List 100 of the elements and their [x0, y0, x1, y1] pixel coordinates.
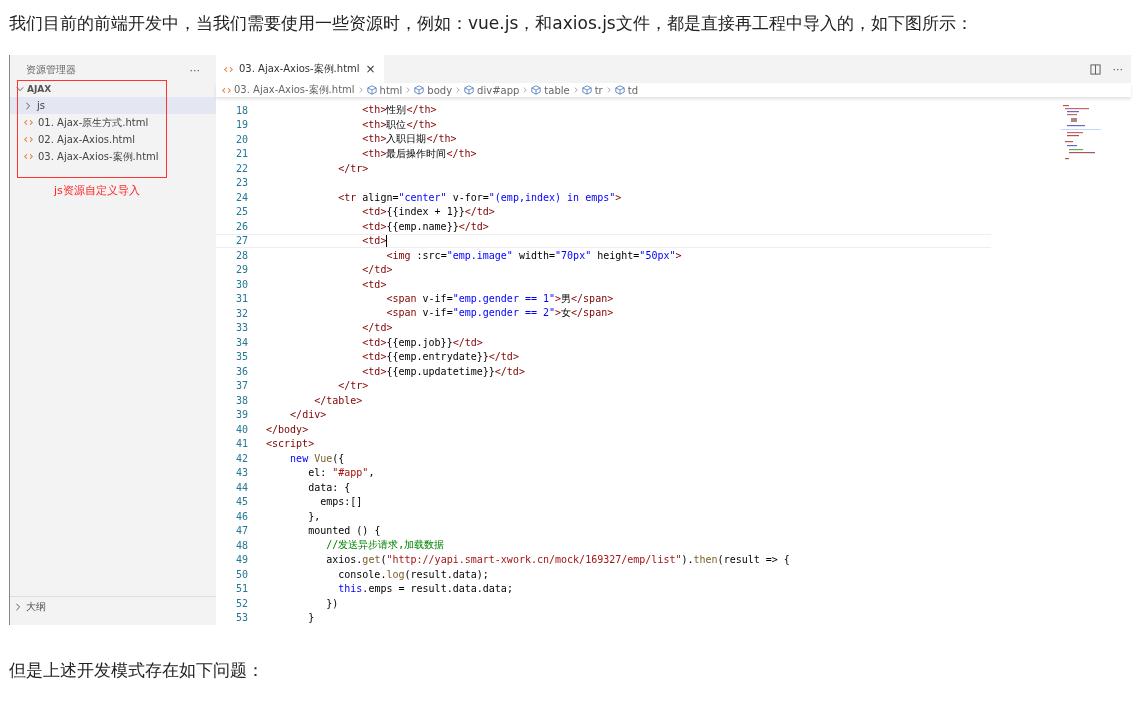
code-line: <td>{{index + 1}}</td> — [361, 206, 495, 218]
html-file-icon — [24, 119, 33, 126]
code-line: <th>最后操作时间</th> — [361, 146, 477, 161]
code-line: axios.get("http://yapi.smart-xwork.cn/mock/169327/emp/list").then(result => { — [325, 554, 790, 566]
editor-tab[interactable]: 03. Ajax-Axios-案例.html × — [216, 55, 384, 83]
line-number: 52 — [234, 597, 248, 609]
breadcrumb-item[interactable]: div#app — [477, 84, 520, 96]
line-number: 34 — [234, 336, 248, 348]
line-number: 50 — [234, 568, 248, 580]
code-line: new Vue({ — [289, 452, 345, 464]
outline-section[interactable]: 大纲 — [10, 597, 216, 617]
line-number: 53 — [234, 612, 248, 624]
breadcrumb-item[interactable]: 03. Ajax-Axios-案例.html — [234, 83, 355, 97]
code-line: mounted () { — [307, 525, 381, 537]
code-line: </table> — [313, 394, 363, 406]
line-number: 32 — [234, 307, 248, 319]
cube-icon — [366, 85, 377, 95]
code-line: data: { — [307, 481, 351, 493]
line-number: 30 — [234, 278, 248, 290]
line-number: 24 — [234, 191, 248, 203]
breadcrumb-item[interactable]: table — [544, 84, 570, 96]
line-number: 29 — [234, 264, 248, 276]
code-line: <th>入职日期</th> — [361, 132, 457, 147]
html-file-icon — [24, 153, 33, 160]
line-number: 25 — [234, 206, 248, 218]
code-line: </tr> — [337, 162, 369, 174]
line-number: 51 — [234, 583, 248, 595]
cube-icon — [464, 85, 475, 95]
code-line: <span v-if="emp.gender == 1">男</span> — [385, 291, 614, 306]
close-button[interactable]: × — [365, 62, 376, 76]
line-number: 31 — [234, 293, 248, 305]
line-number: 21 — [234, 148, 248, 160]
code-line: <script> — [266, 438, 315, 450]
code-line: } — [307, 612, 315, 624]
code-line: <tr align="center" v-for="(emp,index) in emps"> — [337, 191, 622, 203]
html-file-icon — [24, 136, 33, 143]
line-number: 19 — [234, 119, 248, 131]
line-number: 46 — [234, 510, 248, 522]
tree-item[interactable]: js — [10, 97, 216, 114]
line-number: 22 — [234, 162, 248, 174]
code-line: </body> — [266, 423, 309, 435]
code-line: <th>职位</th> — [361, 117, 437, 132]
more-button[interactable]: ··· — [1108, 62, 1127, 76]
line-number: 47 — [234, 525, 248, 537]
line-number: 48 — [234, 539, 248, 551]
cube-icon — [614, 85, 625, 95]
code-line: <td>{{emp.job}}</td> — [361, 336, 483, 348]
breadcrumb-item[interactable]: html — [379, 84, 403, 96]
line-number: 44 — [234, 481, 248, 493]
code-line: this.emps = result.data.data; — [337, 583, 513, 595]
code-line: <td>{{emp.updatetime}}</td> — [361, 365, 525, 377]
line-number: 40 — [234, 423, 248, 435]
more-button[interactable]: ··· — [185, 63, 204, 77]
line-number: 39 — [234, 409, 248, 421]
html-file-icon — [222, 86, 231, 94]
line-number: 20 — [234, 133, 248, 145]
code-line: </td> — [361, 322, 393, 334]
split-editor-icon[interactable] — [1089, 63, 1101, 75]
tree-item[interactable]: AJAX — [10, 79, 216, 97]
code-line: el: "#app", — [307, 467, 375, 479]
html-file-icon — [224, 65, 233, 73]
line-number: 41 — [234, 438, 248, 450]
code-line: //发送异步请求,加载数据 — [325, 538, 445, 553]
code-line: }, — [307, 510, 321, 522]
annotation-label: js资源自定义导入 — [54, 183, 140, 198]
code-line: <img :src="emp.image" width="70px" height="50px"> — [385, 249, 682, 261]
line-number: 49 — [234, 554, 248, 566]
code-line: </div> — [289, 409, 327, 421]
line-number: 38 — [234, 394, 248, 406]
code-line: <td> — [361, 278, 387, 290]
cube-icon — [414, 85, 425, 95]
code-line: }) — [325, 597, 339, 609]
explorer-title: 资源管理器 — [26, 63, 76, 77]
code-line: emps:[] — [319, 496, 363, 508]
code-line: </tr> — [337, 380, 369, 392]
line-number: 45 — [234, 496, 248, 508]
breadcrumb-item[interactable]: body — [427, 84, 453, 96]
line-number: 43 — [234, 467, 248, 479]
tree-item[interactable]: 01. Ajax-原生方式.html — [10, 114, 216, 131]
line-number: 37 — [234, 380, 248, 392]
breadcrumb-item[interactable]: td — [627, 84, 638, 96]
line-number: 28 — [234, 249, 248, 261]
code-line: <td>{{emp.name}}</td> — [361, 220, 489, 232]
line-number: 35 — [234, 351, 248, 363]
line-number: 27 — [234, 235, 248, 247]
cube-icon — [581, 85, 592, 95]
line-number: 26 — [234, 220, 248, 232]
code-line: console.log(result.data); — [337, 568, 489, 580]
intro-paragraph: 我们目前的前端开发中，当我们需要使用一些资源时，例如：vue.js，和axios.js文件，都是直接再工程中导入的，如下图所示： — [8, 12, 974, 34]
tree-item[interactable]: 02. Ajax-Axios.html — [10, 131, 216, 148]
line-number: 33 — [234, 322, 248, 334]
code-line: <td> — [361, 235, 387, 247]
tree-item[interactable]: 03. Ajax-Axios-案例.html — [10, 148, 216, 165]
breadcrumb-item[interactable]: tr — [594, 84, 603, 96]
code-line: <th>性别</th> — [361, 103, 437, 118]
code-line: <span v-if="emp.gender == 2">女</span> — [385, 306, 614, 321]
cube-icon — [531, 85, 542, 95]
line-number: 42 — [234, 452, 248, 464]
outro-paragraph: 但是上述开发模式存在如下问题： — [8, 659, 265, 681]
line-number: 36 — [234, 365, 248, 377]
